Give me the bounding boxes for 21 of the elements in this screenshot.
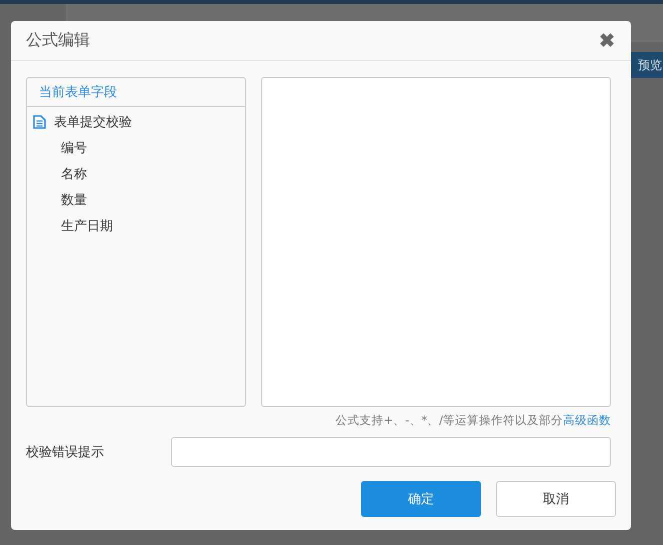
error-message-label: 校验错误提示: [26, 444, 105, 461]
confirm-button[interactable]: 确定: [361, 481, 481, 517]
formula-editor[interactable]: [261, 77, 611, 407]
tree-item[interactable]: 数量: [27, 187, 245, 213]
tree-item[interactable]: 名称: [27, 161, 245, 187]
dialog-title: 公式编辑: [26, 30, 90, 51]
preview-button[interactable]: 预览: [631, 52, 663, 78]
close-button[interactable]: ✖: [599, 28, 615, 52]
tree-item-label: 生产日期: [61, 218, 113, 235]
tree-item[interactable]: 生产日期: [27, 213, 245, 239]
tree-item[interactable]: 编号: [27, 135, 245, 161]
tree-item-label: 表单提交校验: [54, 114, 132, 131]
formula-hint: 公式支持+、-、*、/等运算操作符以及部分高级函数: [334, 413, 611, 428]
tree-item-label: 编号: [61, 140, 87, 157]
tree-item-label: 名称: [61, 166, 87, 183]
panel-title: 当前表单字段: [27, 78, 245, 107]
cancel-button[interactable]: 取消: [496, 481, 616, 517]
document-icon: [33, 115, 46, 129]
tree-item-label: 数量: [61, 192, 87, 209]
tree-item[interactable]: 表单提交校验: [27, 109, 245, 135]
error-message-field[interactable]: [171, 437, 611, 467]
